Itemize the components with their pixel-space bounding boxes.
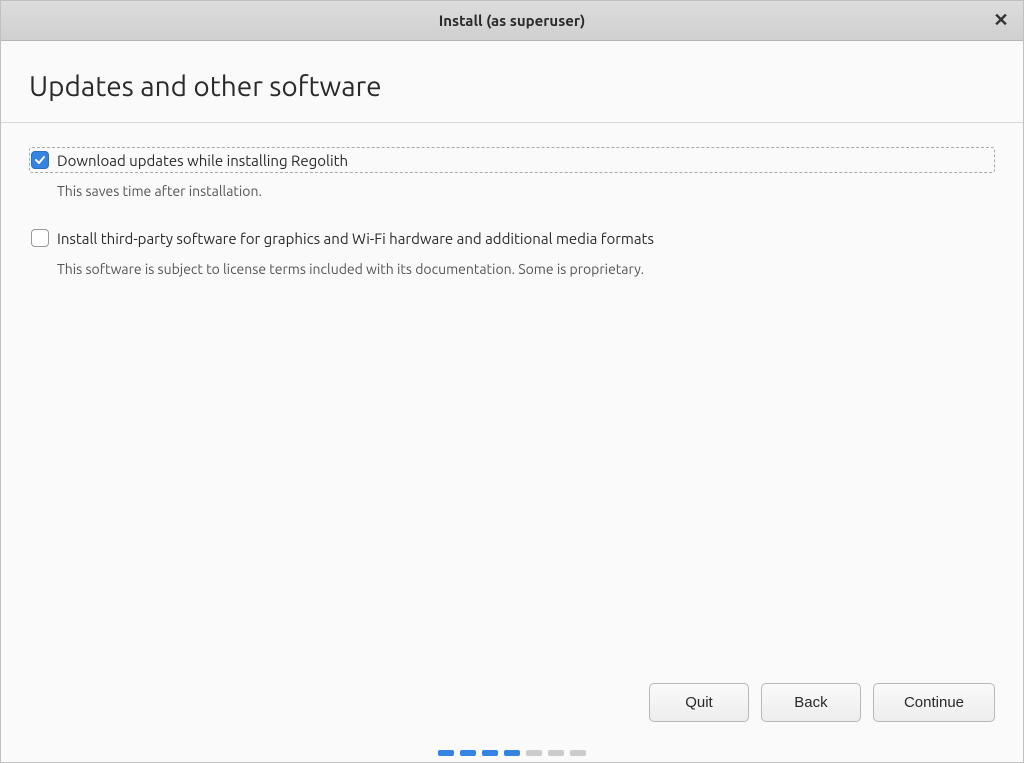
progress-dot — [526, 750, 542, 756]
label-download-updates: Download updates while installing Regoli… — [57, 152, 348, 169]
progress-dot — [482, 750, 498, 756]
close-button[interactable]: ✕ — [991, 11, 1011, 31]
continue-button[interactable]: Continue — [873, 683, 995, 722]
titlebar: Install (as superuser) ✕ — [1, 1, 1023, 41]
content-area: Updates and other software Download upda… — [1, 41, 1023, 762]
button-row: Quit Back Continue — [1, 683, 1023, 750]
progress-indicator — [1, 750, 1023, 762]
description-download-updates: This saves time after installation. — [57, 183, 995, 199]
progress-dot — [570, 750, 586, 756]
checkmark-icon — [34, 154, 46, 166]
description-third-party: This software is subject to license term… — [57, 261, 995, 277]
window-title: Install (as superuser) — [439, 12, 586, 29]
close-icon: ✕ — [993, 10, 1008, 31]
header-section: Updates and other software — [1, 41, 1023, 123]
option-row-download-updates[interactable]: Download updates while installing Regoli… — [29, 147, 995, 173]
quit-button[interactable]: Quit — [649, 683, 749, 722]
installer-window: Install (as superuser) ✕ Updates and oth… — [0, 0, 1024, 763]
progress-dot — [504, 750, 520, 756]
option-third-party: Install third-party software for graphic… — [29, 225, 995, 277]
option-row-third-party[interactable]: Install third-party software for graphic… — [29, 225, 995, 251]
progress-dot — [438, 750, 454, 756]
page-title: Updates and other software — [29, 71, 995, 102]
back-button[interactable]: Back — [761, 683, 861, 722]
checkbox-third-party[interactable] — [31, 229, 49, 247]
label-third-party: Install third-party software for graphic… — [57, 230, 654, 247]
progress-dot — [460, 750, 476, 756]
progress-dot — [548, 750, 564, 756]
option-download-updates: Download updates while installing Regoli… — [29, 147, 995, 199]
options-section: Download updates while installing Regoli… — [1, 123, 1023, 683]
checkbox-download-updates[interactable] — [31, 151, 49, 169]
